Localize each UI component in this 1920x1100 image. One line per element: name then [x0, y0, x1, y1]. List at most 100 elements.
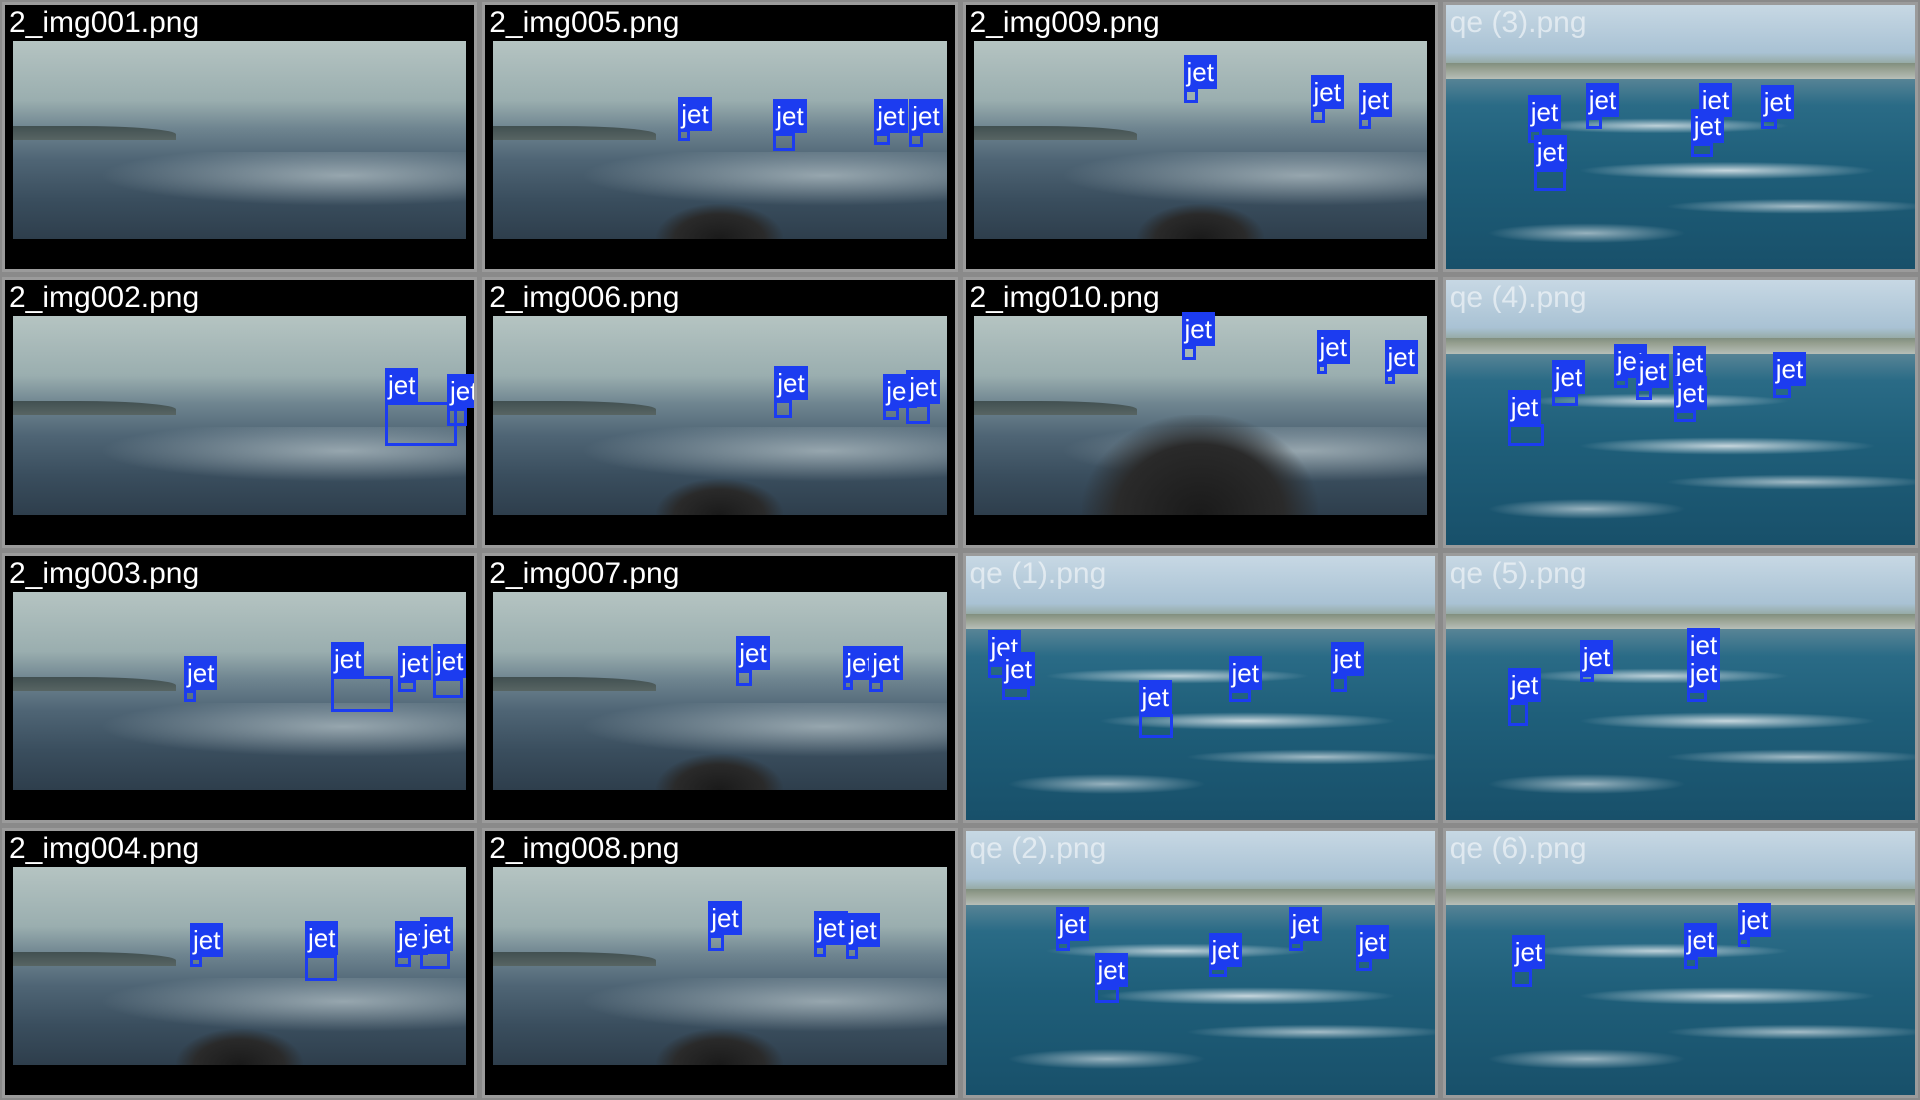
tile-filename: qe (4).png	[1449, 281, 1587, 315]
detection-label: jet	[909, 99, 943, 133]
detection-label: jet	[1533, 135, 1568, 169]
tile-filename: 2_img003.png	[9, 556, 200, 590]
detection-box	[1208, 966, 1227, 977]
detection-label: jet	[1527, 95, 1562, 129]
detection-box	[814, 944, 827, 957]
image-tile[interactable]: 2_img006.png jet jet jet	[482, 277, 958, 548]
detection-label: jet	[1384, 340, 1418, 375]
image-tile[interactable]: 2_img005.png jet jet jet jet	[482, 2, 958, 273]
image-tile[interactable]: 2_img008.png jet jet jet	[482, 827, 958, 1098]
tile-filename: 2_img005.png	[489, 6, 680, 39]
detection-label: jet	[331, 641, 365, 676]
detection-box	[883, 408, 900, 421]
detection-box	[1384, 374, 1395, 385]
detection-label: jet	[447, 374, 475, 409]
detection-label: jet	[1690, 109, 1725, 143]
detection-label: jet	[1507, 667, 1542, 702]
image-tile[interactable]: 2_img004.png jet jet jet jet	[2, 827, 478, 1098]
detection-box	[395, 954, 411, 967]
image-tile[interactable]: 2_img007.png jet jet jet	[482, 552, 958, 823]
detection-label: jet	[1551, 360, 1586, 395]
image-tile[interactable]: qe (3).png jet jet jet jet jet jet	[1442, 2, 1918, 273]
detection-box	[447, 408, 467, 427]
detection-label: jet	[1772, 352, 1807, 387]
detection-label: jet	[869, 645, 903, 680]
detection-box	[1686, 689, 1707, 702]
tile-filename: 2_img002.png	[9, 281, 200, 315]
detection-label: jet	[1310, 75, 1344, 109]
detection-box	[1138, 713, 1173, 738]
image-tile[interactable]: 2_img002.png jet jet	[2, 277, 478, 548]
image-tile[interactable]: qe (2).png jet jet jet jet jet	[962, 827, 1438, 1098]
detection-box	[843, 679, 854, 690]
detection-box	[1613, 378, 1628, 389]
tile-filename: qe (1).png	[969, 556, 1107, 590]
detection-label: jet	[1686, 655, 1721, 690]
coastline	[1445, 63, 1915, 79]
tile-filename: 2_img008.png	[489, 831, 680, 865]
pov-scene	[493, 866, 947, 1065]
detection-box	[1310, 109, 1325, 123]
detection-box	[874, 133, 891, 145]
image-tile[interactable]: qe (1).png jet jet jet jet jet	[962, 552, 1438, 823]
detection-box	[1673, 410, 1696, 423]
detection-label: jet	[420, 916, 454, 951]
tile-filename: qe (3).png	[1449, 6, 1587, 39]
image-tile[interactable]: qe (5).png jet jet jet jet	[1442, 552, 1918, 823]
detection-box	[1507, 701, 1528, 726]
detection-label: jet	[678, 97, 712, 131]
detection-box	[1330, 675, 1347, 692]
tile-filename: 2_img004.png	[9, 831, 200, 865]
detection-label: jet	[1183, 55, 1217, 89]
tile-filename: qe (6).png	[1449, 831, 1587, 865]
detection-label: jet	[1673, 376, 1708, 411]
detection-label: jet	[1181, 312, 1215, 347]
tile-filename: 2_img010.png	[969, 281, 1160, 315]
detection-label: jet	[1579, 639, 1614, 674]
detection-box	[398, 679, 416, 692]
coastline	[965, 888, 1435, 905]
detection-label: jet	[1760, 85, 1795, 119]
image-tile[interactable]: 2_img003.png jet jet jet jet	[2, 552, 478, 823]
detection-box	[909, 133, 924, 147]
detection-label: jet	[1316, 330, 1350, 365]
image-tile[interactable]: qe (4).png jet jet jet jet jet jet jet	[1442, 277, 1918, 548]
detection-label: jet	[814, 910, 848, 945]
detection-box	[1585, 117, 1602, 129]
pov-scene	[493, 316, 947, 515]
detection-label: jet	[190, 922, 224, 957]
detection-label: jet	[846, 912, 880, 947]
detection-box	[1001, 685, 1030, 700]
image-tile[interactable]: 2_img001.png	[2, 2, 478, 273]
detection-box	[1355, 958, 1372, 971]
pov-scene	[13, 41, 467, 240]
detection-label: jet	[1355, 924, 1389, 959]
detection-label: jet	[906, 370, 940, 405]
detection-label: jet	[398, 645, 432, 680]
detection-box	[1579, 673, 1594, 682]
detection-label: jet	[774, 366, 808, 401]
detection-box	[774, 400, 793, 419]
detection-box	[184, 689, 196, 702]
detection-box	[305, 954, 337, 981]
detection-label: jet	[385, 368, 419, 403]
detection-label: jet	[1208, 932, 1242, 967]
detection-label: jet	[773, 99, 807, 133]
detection-box	[1551, 394, 1578, 407]
detection-label: jet	[433, 643, 467, 678]
tile-filename: 2_img007.png	[489, 556, 680, 590]
coastline	[1445, 888, 1915, 905]
detection-label: jet	[184, 655, 218, 690]
detection-label: jet	[736, 635, 770, 670]
detection-box	[708, 934, 725, 951]
detection-box	[1635, 388, 1652, 401]
detection-box	[869, 679, 884, 692]
detection-label: jet	[708, 900, 742, 935]
image-tile[interactable]: 2_img009.png jet jet jet	[962, 2, 1438, 273]
detection-box	[1228, 689, 1251, 702]
detection-label: jet	[1138, 679, 1172, 714]
detection-label: jet	[1288, 906, 1322, 941]
image-tile[interactable]: qe (6).png jet jet jet	[1442, 827, 1918, 1098]
image-tile[interactable]: 2_img010.png jet jet jet	[962, 277, 1438, 548]
detection-label: jet	[1094, 952, 1128, 987]
